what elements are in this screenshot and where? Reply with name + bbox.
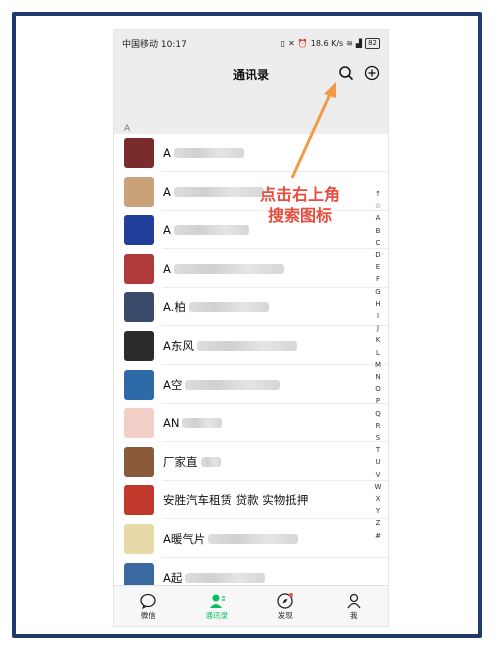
- annotation-text: 点击右上角 搜索图标: [240, 184, 360, 226]
- annotation-arrow: [290, 82, 336, 179]
- annotation-line-2: 搜索图标: [267, 206, 332, 225]
- annotation-line-1: 点击右上角: [259, 185, 340, 204]
